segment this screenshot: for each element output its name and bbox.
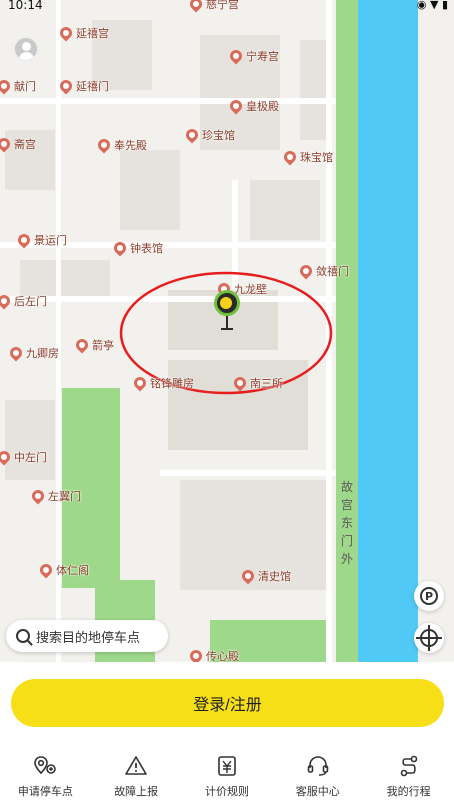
poi-jewelry-gallery[interactable]: 珠宝馆 — [281, 148, 333, 166]
nav-fault-report[interactable]: 故障上报 — [91, 754, 182, 800]
avatar[interactable] — [13, 36, 39, 62]
poi-chuanxin-hall[interactable]: 传心殿 — [187, 647, 239, 662]
poi-pin-icon — [227, 97, 245, 115]
poi-pin-icon — [57, 24, 75, 42]
poi-pin-icon — [183, 126, 201, 144]
poi-arrow-pavilion[interactable]: 箭亭 — [73, 336, 114, 354]
poi-fengxian-hall[interactable]: 奉先殿 — [95, 136, 147, 154]
poi-treasure-gallery[interactable]: 珍宝馆 — [183, 126, 235, 144]
poi-clock-gallery[interactable]: 钟表馆 — [111, 239, 163, 257]
warning-icon — [125, 756, 147, 775]
poi-pin-icon — [131, 374, 149, 392]
search-placeholder: 搜索目的地停车点 — [36, 630, 141, 646]
poi-pin-icon — [15, 231, 33, 249]
nav-apply-parking[interactable]: 申请停车点 — [0, 754, 91, 800]
poi-yanxi-palace[interactable]: 延禧宫 — [57, 24, 109, 42]
poi-pin-icon — [37, 561, 55, 579]
poi-pin-icon — [111, 239, 129, 257]
poi-pin-icon — [73, 336, 91, 354]
poi-linxi-gate[interactable]: 敛禧门 — [297, 262, 349, 280]
poi-pin-icon — [0, 135, 13, 153]
poi-ningshou-palace[interactable]: 宁寿宫 — [227, 47, 279, 65]
bottom-panel: 登录/注册 申请停车点 故障上报 计价规则 客服中心 我的行程 — [0, 662, 454, 800]
poi-yanxi-gate[interactable]: 延禧门 — [57, 77, 109, 95]
location-marker-icon[interactable] — [213, 290, 241, 334]
status-icons: ◉ ▼ ▮ — [416, 0, 448, 11]
poi-xian-gate[interactable]: 献门 — [0, 77, 36, 95]
nav-my-trips[interactable]: 我的行程 — [363, 754, 454, 800]
street-label: 故 宫 东 门 外 — [340, 480, 353, 566]
poi-huangji-hall[interactable]: 皇极殿 — [227, 97, 279, 115]
locate-button[interactable] — [414, 623, 444, 653]
poi-mingfeng-house[interactable]: 铭锋雕房 — [131, 374, 194, 392]
price-icon — [218, 756, 236, 776]
poi-zhai-palace[interactable]: 斋宫 — [0, 135, 36, 153]
parking-button[interactable]: P — [414, 581, 444, 611]
avatar-body-icon — [19, 52, 34, 60]
poi-pin-icon — [281, 148, 299, 166]
route-icon — [400, 755, 417, 777]
poi-pin-icon — [0, 292, 13, 310]
poi-pin-icon — [297, 262, 315, 280]
poi-pin-icon — [227, 47, 245, 65]
poi-south-three-houses[interactable]: 南三所 — [231, 374, 283, 392]
location-pin-icon — [34, 756, 57, 775]
map-view[interactable]: 慈宁宫 延禧宫 宁寿宫 献门 延禧门 皇极殿 斋宫 奉先殿 珍宝馆 珠宝馆 景运… — [0, 0, 454, 662]
poi-jiuqing-house[interactable]: 九卿房 — [7, 344, 59, 362]
poi-qingshi-gallery[interactable]: 清史馆 — [239, 567, 291, 585]
nav-service-center[interactable]: 客服中心 — [272, 754, 363, 800]
poi-jingyun-gate[interactable]: 景运门 — [15, 231, 67, 249]
avatar-head-icon — [22, 42, 31, 51]
poi-pin-icon — [231, 374, 249, 392]
status-bar: 10:14 ◉ ▼ ▮ — [0, 0, 454, 14]
poi-zhongzuo-gate[interactable]: 中左门 — [0, 448, 47, 466]
poi-pin-icon — [29, 487, 47, 505]
poi-pin-icon — [7, 344, 25, 362]
poi-zuoyi-gate[interactable]: 左翼门 — [29, 487, 81, 505]
nav-price-rules[interactable]: 计价规则 — [182, 754, 273, 800]
login-register-button[interactable]: 登录/注册 — [11, 679, 444, 727]
poi-pin-icon — [95, 136, 113, 154]
parking-icon: P — [420, 587, 438, 605]
poi-pin-icon — [239, 567, 257, 585]
poi-houzuo-gate[interactable]: 后左门 — [0, 292, 47, 310]
locate-icon — [416, 625, 442, 651]
poi-pin-icon — [0, 77, 13, 95]
poi-pin-icon — [0, 448, 13, 466]
bottom-nav: 申请停车点 故障上报 计价规则 客服中心 我的行程 — [0, 754, 454, 800]
poi-pin-icon — [57, 77, 75, 95]
search-input[interactable]: 搜索目的地停车点 — [6, 620, 168, 652]
headset-icon — [307, 756, 329, 776]
status-time: 10:14 — [8, 0, 43, 12]
search-icon — [16, 629, 30, 643]
poi-pin-icon — [187, 647, 205, 662]
poi-tiren-pavilion[interactable]: 体仁阁 — [37, 561, 89, 579]
